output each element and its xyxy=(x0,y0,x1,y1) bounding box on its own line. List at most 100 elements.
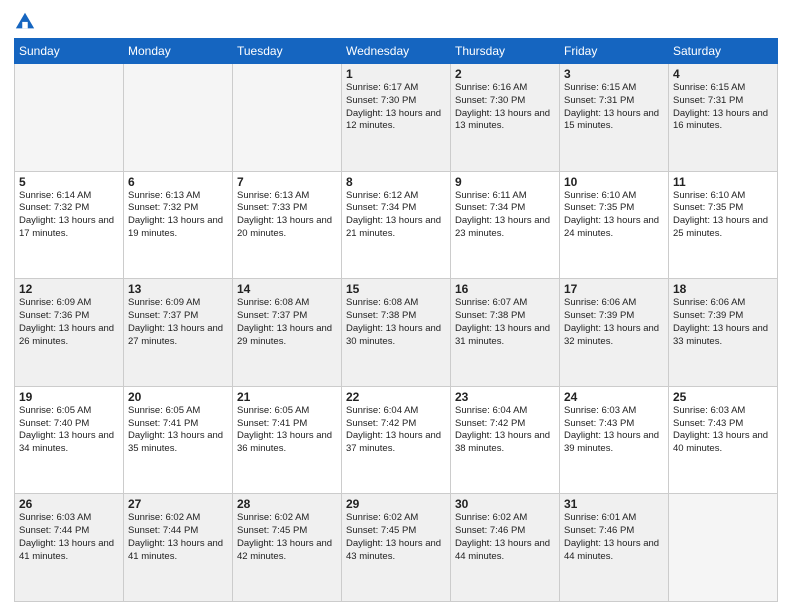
day-number: 19 xyxy=(19,390,119,404)
day-info: Sunrise: 6:15 AM Sunset: 7:31 PM Dayligh… xyxy=(673,82,773,133)
calendar-day-cell: 6Sunrise: 6:13 AM Sunset: 7:32 PM Daylig… xyxy=(124,171,233,279)
day-number: 15 xyxy=(346,282,446,296)
day-info: Sunrise: 6:02 AM Sunset: 7:45 PM Dayligh… xyxy=(237,512,337,563)
day-number: 26 xyxy=(19,497,119,511)
calendar-day-cell: 18Sunrise: 6:06 AM Sunset: 7:39 PM Dayli… xyxy=(669,279,778,387)
logo-icon xyxy=(14,10,36,32)
day-info: Sunrise: 6:04 AM Sunset: 7:42 PM Dayligh… xyxy=(346,405,446,456)
day-number: 1 xyxy=(346,67,446,81)
day-info: Sunrise: 6:05 AM Sunset: 7:41 PM Dayligh… xyxy=(128,405,228,456)
day-number: 20 xyxy=(128,390,228,404)
day-number: 21 xyxy=(237,390,337,404)
calendar-day-cell: 19Sunrise: 6:05 AM Sunset: 7:40 PM Dayli… xyxy=(15,386,124,494)
day-number: 11 xyxy=(673,175,773,189)
day-info: Sunrise: 6:15 AM Sunset: 7:31 PM Dayligh… xyxy=(564,82,664,133)
calendar-day-cell xyxy=(15,64,124,172)
day-info: Sunrise: 6:09 AM Sunset: 7:37 PM Dayligh… xyxy=(128,297,228,348)
calendar-day-cell: 26Sunrise: 6:03 AM Sunset: 7:44 PM Dayli… xyxy=(15,494,124,602)
calendar-week-row: 1Sunrise: 6:17 AM Sunset: 7:30 PM Daylig… xyxy=(15,64,778,172)
day-info: Sunrise: 6:14 AM Sunset: 7:32 PM Dayligh… xyxy=(19,190,119,241)
page: SundayMondayTuesdayWednesdayThursdayFrid… xyxy=(0,0,792,612)
day-info: Sunrise: 6:08 AM Sunset: 7:38 PM Dayligh… xyxy=(346,297,446,348)
day-number: 13 xyxy=(128,282,228,296)
day-number: 2 xyxy=(455,67,555,81)
calendar-day-cell xyxy=(233,64,342,172)
day-info: Sunrise: 6:07 AM Sunset: 7:38 PM Dayligh… xyxy=(455,297,555,348)
weekday-label: Friday xyxy=(560,39,669,64)
day-number: 16 xyxy=(455,282,555,296)
calendar-day-cell: 7Sunrise: 6:13 AM Sunset: 7:33 PM Daylig… xyxy=(233,171,342,279)
day-number: 28 xyxy=(237,497,337,511)
calendar-body: 1Sunrise: 6:17 AM Sunset: 7:30 PM Daylig… xyxy=(15,64,778,602)
calendar-day-cell: 16Sunrise: 6:07 AM Sunset: 7:38 PM Dayli… xyxy=(451,279,560,387)
day-info: Sunrise: 6:04 AM Sunset: 7:42 PM Dayligh… xyxy=(455,405,555,456)
weekday-label: Saturday xyxy=(669,39,778,64)
calendar-day-cell: 31Sunrise: 6:01 AM Sunset: 7:46 PM Dayli… xyxy=(560,494,669,602)
calendar-day-cell: 27Sunrise: 6:02 AM Sunset: 7:44 PM Dayli… xyxy=(124,494,233,602)
calendar-day-cell: 11Sunrise: 6:10 AM Sunset: 7:35 PM Dayli… xyxy=(669,171,778,279)
day-number: 23 xyxy=(455,390,555,404)
calendar-day-cell: 30Sunrise: 6:02 AM Sunset: 7:46 PM Dayli… xyxy=(451,494,560,602)
weekday-label: Thursday xyxy=(451,39,560,64)
day-number: 29 xyxy=(346,497,446,511)
day-info: Sunrise: 6:13 AM Sunset: 7:32 PM Dayligh… xyxy=(128,190,228,241)
day-info: Sunrise: 6:09 AM Sunset: 7:36 PM Dayligh… xyxy=(19,297,119,348)
calendar-day-cell: 12Sunrise: 6:09 AM Sunset: 7:36 PM Dayli… xyxy=(15,279,124,387)
calendar-day-cell: 20Sunrise: 6:05 AM Sunset: 7:41 PM Dayli… xyxy=(124,386,233,494)
calendar-day-cell: 21Sunrise: 6:05 AM Sunset: 7:41 PM Dayli… xyxy=(233,386,342,494)
weekday-label: Wednesday xyxy=(342,39,451,64)
weekday-label: Sunday xyxy=(15,39,124,64)
calendar-day-cell: 1Sunrise: 6:17 AM Sunset: 7:30 PM Daylig… xyxy=(342,64,451,172)
calendar-day-cell: 22Sunrise: 6:04 AM Sunset: 7:42 PM Dayli… xyxy=(342,386,451,494)
day-number: 30 xyxy=(455,497,555,511)
weekday-label: Tuesday xyxy=(233,39,342,64)
day-info: Sunrise: 6:06 AM Sunset: 7:39 PM Dayligh… xyxy=(673,297,773,348)
day-info: Sunrise: 6:01 AM Sunset: 7:46 PM Dayligh… xyxy=(564,512,664,563)
calendar-day-cell: 15Sunrise: 6:08 AM Sunset: 7:38 PM Dayli… xyxy=(342,279,451,387)
day-number: 17 xyxy=(564,282,664,296)
calendar-table: SundayMondayTuesdayWednesdayThursdayFrid… xyxy=(14,38,778,602)
day-number: 22 xyxy=(346,390,446,404)
day-info: Sunrise: 6:10 AM Sunset: 7:35 PM Dayligh… xyxy=(564,190,664,241)
calendar-week-row: 19Sunrise: 6:05 AM Sunset: 7:40 PM Dayli… xyxy=(15,386,778,494)
day-info: Sunrise: 6:12 AM Sunset: 7:34 PM Dayligh… xyxy=(346,190,446,241)
calendar-day-cell: 13Sunrise: 6:09 AM Sunset: 7:37 PM Dayli… xyxy=(124,279,233,387)
calendar-day-cell: 2Sunrise: 6:16 AM Sunset: 7:30 PM Daylig… xyxy=(451,64,560,172)
day-info: Sunrise: 6:03 AM Sunset: 7:44 PM Dayligh… xyxy=(19,512,119,563)
day-info: Sunrise: 6:03 AM Sunset: 7:43 PM Dayligh… xyxy=(564,405,664,456)
day-number: 31 xyxy=(564,497,664,511)
day-number: 7 xyxy=(237,175,337,189)
day-number: 4 xyxy=(673,67,773,81)
calendar-day-cell: 4Sunrise: 6:15 AM Sunset: 7:31 PM Daylig… xyxy=(669,64,778,172)
day-number: 9 xyxy=(455,175,555,189)
calendar-day-cell: 24Sunrise: 6:03 AM Sunset: 7:43 PM Dayli… xyxy=(560,386,669,494)
day-info: Sunrise: 6:08 AM Sunset: 7:37 PM Dayligh… xyxy=(237,297,337,348)
calendar-day-cell: 14Sunrise: 6:08 AM Sunset: 7:37 PM Dayli… xyxy=(233,279,342,387)
calendar-day-cell: 23Sunrise: 6:04 AM Sunset: 7:42 PM Dayli… xyxy=(451,386,560,494)
day-number: 18 xyxy=(673,282,773,296)
calendar-day-cell: 5Sunrise: 6:14 AM Sunset: 7:32 PM Daylig… xyxy=(15,171,124,279)
calendar-day-cell: 9Sunrise: 6:11 AM Sunset: 7:34 PM Daylig… xyxy=(451,171,560,279)
calendar-day-cell: 28Sunrise: 6:02 AM Sunset: 7:45 PM Dayli… xyxy=(233,494,342,602)
calendar-day-cell: 10Sunrise: 6:10 AM Sunset: 7:35 PM Dayli… xyxy=(560,171,669,279)
calendar-day-cell xyxy=(669,494,778,602)
day-info: Sunrise: 6:16 AM Sunset: 7:30 PM Dayligh… xyxy=(455,82,555,133)
day-number: 24 xyxy=(564,390,664,404)
calendar-day-cell: 25Sunrise: 6:03 AM Sunset: 7:43 PM Dayli… xyxy=(669,386,778,494)
day-info: Sunrise: 6:11 AM Sunset: 7:34 PM Dayligh… xyxy=(455,190,555,241)
day-info: Sunrise: 6:05 AM Sunset: 7:41 PM Dayligh… xyxy=(237,405,337,456)
calendar-day-cell: 29Sunrise: 6:02 AM Sunset: 7:45 PM Dayli… xyxy=(342,494,451,602)
day-info: Sunrise: 6:03 AM Sunset: 7:43 PM Dayligh… xyxy=(673,405,773,456)
day-number: 3 xyxy=(564,67,664,81)
day-info: Sunrise: 6:06 AM Sunset: 7:39 PM Dayligh… xyxy=(564,297,664,348)
calendar-day-cell: 8Sunrise: 6:12 AM Sunset: 7:34 PM Daylig… xyxy=(342,171,451,279)
day-info: Sunrise: 6:05 AM Sunset: 7:40 PM Dayligh… xyxy=(19,405,119,456)
calendar-day-cell: 3Sunrise: 6:15 AM Sunset: 7:31 PM Daylig… xyxy=(560,64,669,172)
header xyxy=(14,10,778,32)
calendar-week-row: 26Sunrise: 6:03 AM Sunset: 7:44 PM Dayli… xyxy=(15,494,778,602)
day-info: Sunrise: 6:02 AM Sunset: 7:46 PM Dayligh… xyxy=(455,512,555,563)
logo xyxy=(14,10,39,32)
day-number: 5 xyxy=(19,175,119,189)
day-number: 10 xyxy=(564,175,664,189)
calendar-week-row: 5Sunrise: 6:14 AM Sunset: 7:32 PM Daylig… xyxy=(15,171,778,279)
